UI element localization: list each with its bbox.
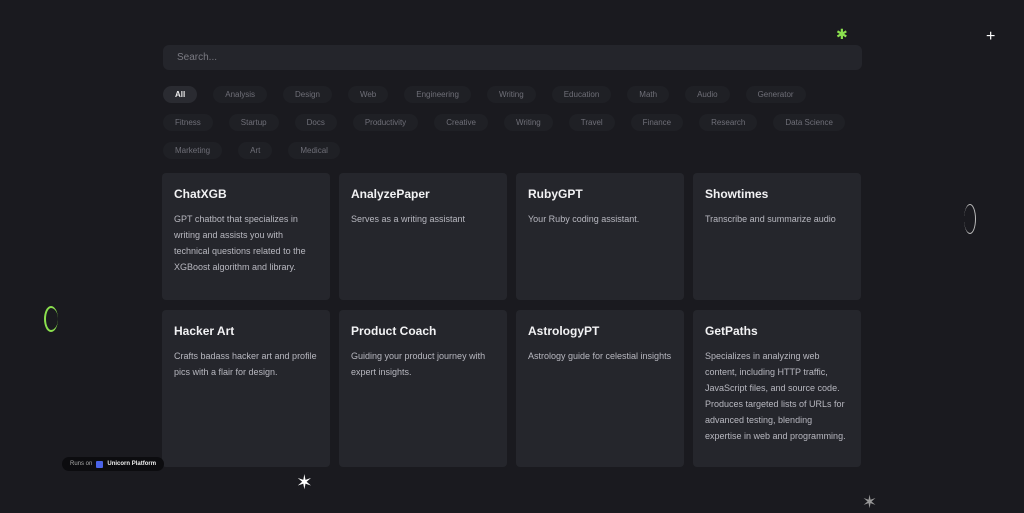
filter-chip[interactable]: Writing [486,85,536,103]
badge-platform: Unicorn Platform [107,461,157,467]
card-title: Hacker Art [174,324,235,338]
runs-on-badge[interactable]: Runs on Unicorn Platform [62,457,165,471]
filter-chip[interactable]: Math [627,85,670,103]
filter-chip[interactable]: All [163,85,198,103]
filter-chips: All Analysis Design Web Engineering Writing Ed… [163,80,863,164]
filter-chip[interactable]: Research [699,113,758,131]
filter-chip[interactable]: Design [283,85,332,103]
filter-row: Fitness Startup Docs Productivity Creative Wr… [163,108,863,136]
assistant-card[interactable]: ChatXGB GPT chatbot that specializes in w… [162,173,330,300]
filter-chip[interactable]: Art [238,141,273,159]
filter-chip[interactable]: Writing [503,113,553,131]
filter-chip[interactable]: Web [347,85,389,103]
star-icon: + [986,28,996,45]
filter-chip[interactable]: Docs [294,113,337,131]
assistant-card[interactable]: GetPaths Specializes in analyzing web con… [693,310,861,467]
assistant-card[interactable]: AstrologyPT Astrology guide for celestial… [516,310,684,467]
filter-chip[interactable]: Generator [745,85,806,103]
card-description: Astrology guide for celestial insights [528,351,672,361]
assistant-card[interactable]: Product Coach Guiding your product journe… [339,310,507,467]
card-title: GetPaths [705,324,758,338]
card-description: Crafts badass hacker art and profile pic… [174,351,317,377]
platform-logo-icon [96,460,104,468]
filter-chip[interactable]: Finance [630,113,684,131]
filter-chip[interactable]: Marketing [163,141,223,159]
assistant-card[interactable]: AnalyzePaper Serves as a writing assistan… [339,173,507,300]
assistant-card[interactable]: Hacker Art Crafts badass hacker art and p… [162,310,330,467]
card-title: Showtimes [705,187,769,201]
filter-chip[interactable]: Medical [288,141,340,159]
filter-chip[interactable]: Startup [228,113,279,131]
globe-icon [44,306,58,332]
filter-row: Marketing Art Medical [163,136,863,164]
card-description: Your Ruby coding assistant. [528,214,640,224]
card-description: Transcribe and summarize audio [705,214,836,224]
filter-chip[interactable]: Data Science [773,113,845,131]
filter-chip[interactable]: Travel [568,113,615,131]
filter-row: All Analysis Design Web Engineering Writing Ed… [163,80,863,108]
assistant-card[interactable]: RubyGPT Your Ruby coding assistant. [516,173,684,300]
filter-chip[interactable]: Productivity [352,113,419,131]
filter-chip[interactable]: Creative [434,113,488,131]
card-grid: ChatXGB GPT chatbot that specializes in w… [162,173,861,467]
globe-icon [964,204,976,234]
search-input[interactable] [163,45,862,70]
filter-chip[interactable]: Engineering [404,85,471,103]
filter-chip[interactable]: Analysis [213,85,268,103]
card-description: Specializes in analyzing web content, in… [705,351,846,441]
card-title: Product Coach [351,324,437,338]
card-description: GPT chatbot that specializes in writing … [174,214,306,272]
filter-chip[interactable]: Education [551,85,612,103]
star-icon: ✶ [862,492,878,512]
card-title: RubyGPT [528,187,583,201]
assistant-card[interactable]: Showtimes Transcribe and summarize audio [693,173,861,300]
card-description: Guiding your product journey with expert… [351,351,486,377]
badge-prefix: Runs on [70,461,93,467]
card-title: AnalyzePaper [351,187,430,201]
star-icon: ✶ [296,472,313,494]
sparkle-icon: ✱ [836,26,848,42]
card-title: AstrologyPT [528,324,600,338]
card-title: ChatXGB [174,187,227,201]
filter-chip[interactable]: Audio [685,85,730,103]
card-description: Serves as a writing assistant [351,214,466,224]
filter-chip[interactable]: Fitness [163,113,213,131]
